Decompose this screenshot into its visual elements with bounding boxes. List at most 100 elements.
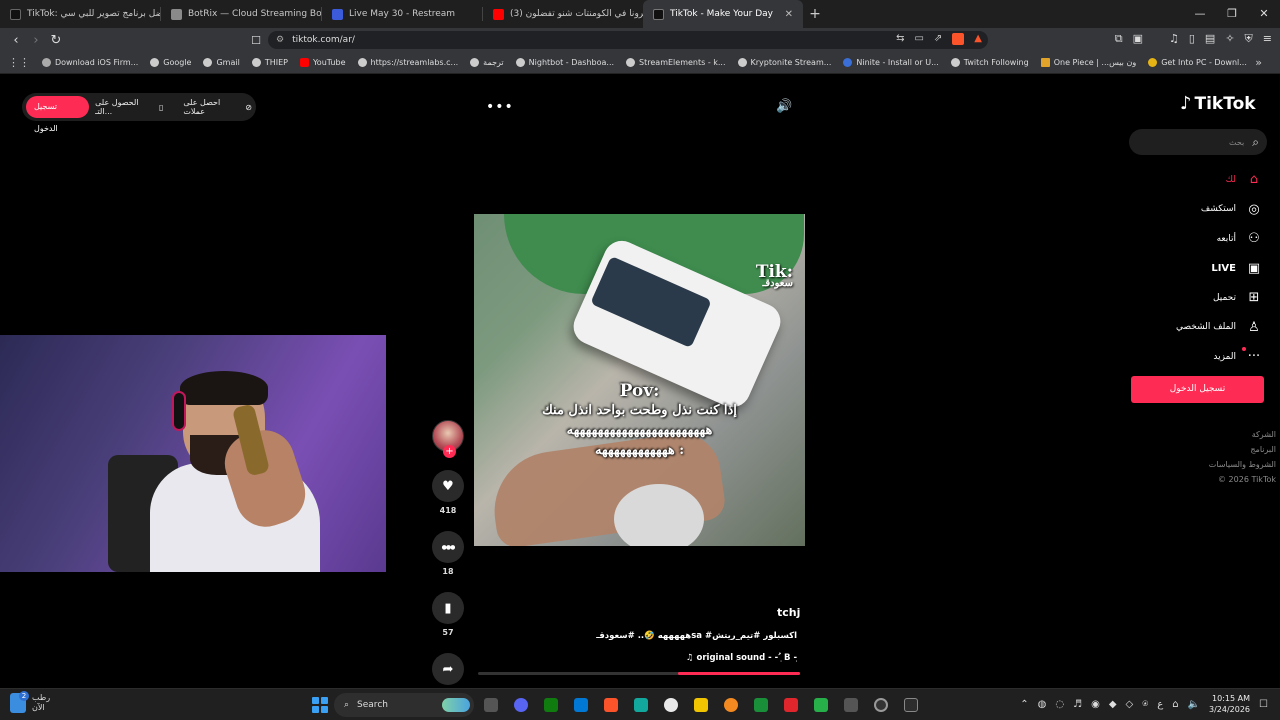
- sidebar-item-explore[interactable]: استكشف ◎: [1176, 195, 1262, 225]
- tray-app-icon[interactable]: ◌: [1055, 699, 1064, 710]
- brave-rewards-icon[interactable]: ▲: [974, 33, 982, 45]
- brave-icon[interactable]: [598, 693, 624, 717]
- terminal-icon[interactable]: [898, 693, 924, 717]
- maximize-icon[interactable]: ❐: [1216, 0, 1248, 28]
- reload-icon[interactable]: ↻: [46, 33, 66, 48]
- obs-icon[interactable]: [868, 693, 894, 717]
- tiktok-logo[interactable]: ♪ TikTok: [1180, 93, 1256, 114]
- forward-icon[interactable]: ›: [26, 33, 46, 48]
- extensions-icon[interactable]: ⧉: [1115, 32, 1123, 46]
- bookmark-youtube[interactable]: YouTube: [294, 58, 352, 67]
- footer-company-link[interactable]: الشركة: [1252, 430, 1276, 439]
- tab-youtube[interactable]: (3) خبرونا في الكومنتات شنو تفضلون: [483, 0, 643, 28]
- bandicam-icon[interactable]: [748, 693, 774, 717]
- cast-icon[interactable]: ▭: [914, 33, 923, 45]
- bookmark-one-piece[interactable]: One Piece | ...ون بيس: [1035, 58, 1142, 67]
- search-bar[interactable]: بحث ⌕: [1129, 129, 1267, 155]
- tray-overflow-icon[interactable]: ⌃: [1020, 699, 1028, 710]
- sidebar-item-upload[interactable]: تحميل ⊞: [1176, 283, 1262, 313]
- tray-app-icon[interactable]: ◆: [1109, 699, 1117, 710]
- taskbar-search[interactable]: ⌕ Search: [334, 693, 474, 717]
- sound-toggle-icon[interactable]: 🔊: [776, 99, 792, 114]
- task-view-icon[interactable]: [478, 693, 504, 717]
- sidebar-item-live[interactable]: LIVE ▣: [1176, 254, 1262, 284]
- new-tab-button[interactable]: +: [803, 6, 827, 22]
- tray-app-icon[interactable]: ◇: [1126, 699, 1134, 710]
- follow-plus-icon[interactable]: +: [443, 445, 456, 458]
- adobe-icon[interactable]: [778, 693, 804, 717]
- bookmark-ninite[interactable]: Ninite - Install or U...: [837, 58, 944, 67]
- menu-icon[interactable]: ≡: [1263, 32, 1272, 46]
- tray-lang[interactable]: ع: [1157, 699, 1163, 710]
- site-info-icon[interactable]: ⚙: [276, 35, 284, 45]
- screenshot-icon[interactable]: ▣: [1133, 32, 1143, 46]
- author-avatar[interactable]: +: [432, 420, 464, 458]
- leo-ai-icon[interactable]: ✧: [1225, 32, 1234, 46]
- minimize-icon[interactable]: —: [1184, 0, 1216, 28]
- share-button[interactable]: ➦: [432, 653, 464, 685]
- weather-widget[interactable]: 2 رطب الآن: [10, 691, 50, 713]
- share-icon[interactable]: ⇗: [934, 33, 942, 45]
- discord-icon[interactable]: [508, 693, 534, 717]
- app-icon[interactable]: [628, 693, 654, 717]
- search-icon[interactable]: ⌕: [1252, 135, 1259, 150]
- bookmark-star-icon[interactable]: ☐: [246, 34, 266, 47]
- get-coins-link[interactable]: احصل على عملات ⊘: [183, 98, 252, 116]
- bookmark-gmail[interactable]: Gmail: [197, 58, 245, 67]
- chat-icon[interactable]: [718, 693, 744, 717]
- comment-button[interactable]: ●●●: [432, 531, 464, 563]
- sidebar-item-following[interactable]: أتابعه ⚇: [1176, 224, 1262, 254]
- bookmark-twitch[interactable]: Twitch Following: [945, 58, 1035, 67]
- sidebar-item-more[interactable]: المزيد ···: [1176, 342, 1262, 372]
- bookmark-thiep[interactable]: THIEP: [246, 58, 294, 67]
- sidebar-login-button[interactable]: تسجيل الدخول: [1131, 376, 1264, 403]
- apps-grid-icon[interactable]: ⋮⋮: [8, 56, 30, 69]
- bookmark-download-ios[interactable]: Download iOS Firm...: [36, 58, 144, 67]
- mic-tray-icon[interactable]: ⍟: [1142, 699, 1148, 710]
- url-bar[interactable]: ⚙ tiktok.com/ar/ ⇆ ▭ ⇗ ▲: [268, 31, 988, 49]
- bookmark-streamelements[interactable]: StreamElements - k...: [620, 58, 731, 67]
- video-sound[interactable]: ♫ original sound - -ִ ُ B ִ-: [686, 653, 797, 663]
- like-button[interactable]: ♥: [432, 470, 464, 502]
- bookmark-get-into-pc[interactable]: Get Into PC - Downl...: [1142, 58, 1253, 67]
- tray-app-icon[interactable]: ◍: [1038, 699, 1047, 710]
- bookmark-google[interactable]: Google: [144, 58, 197, 67]
- notifications-icon[interactable]: ☐: [1259, 699, 1268, 710]
- steam-icon[interactable]: ◉: [1091, 699, 1100, 710]
- tab-restream[interactable]: Live May 30 - Restream: [322, 0, 482, 28]
- get-app-link[interactable]: الحصول على التـ... ▯: [95, 98, 163, 116]
- brave-shields-icon[interactable]: [952, 33, 965, 45]
- bookmark-kryptonite[interactable]: Kryptonite Stream...: [732, 58, 838, 67]
- vpn-icon[interactable]: ⛨: [1245, 32, 1253, 46]
- search-input[interactable]: بحث: [1229, 138, 1244, 147]
- capture-icon[interactable]: [838, 693, 864, 717]
- close-tab-icon[interactable]: ✕: [785, 9, 793, 20]
- top-login-button[interactable]: تسجيل الدخول: [26, 96, 90, 133]
- windows-start-icon[interactable]: [310, 695, 330, 715]
- github-icon[interactable]: [658, 693, 684, 717]
- bookmark-streamlabs[interactable]: https://streamlabs.c...: [352, 58, 465, 67]
- url-text[interactable]: tiktok.com/ar/: [292, 35, 355, 45]
- tab-tiktok-pc[interactable]: TikTok: أفضل برنامج تصوير للبي سي: [0, 0, 160, 28]
- sidebar-icon[interactable]: ▯: [1189, 32, 1195, 46]
- more-options-icon[interactable]: •••: [486, 99, 514, 115]
- tab-botrix[interactable]: BotRix — Cloud Streaming Bot for Tw: [161, 0, 321, 28]
- files-icon[interactable]: [688, 693, 714, 717]
- video-author[interactable]: tchj: [777, 606, 800, 619]
- video-player[interactable]: Tik: سعودقـ Pov: إذا كنت نذل وطحت بواحد …: [474, 214, 805, 546]
- close-window-icon[interactable]: ✕: [1248, 0, 1280, 28]
- volume-icon[interactable]: 🔈: [1188, 699, 1200, 710]
- translate-icon[interactable]: ⇆: [896, 33, 904, 45]
- headphones-icon[interactable]: ♬: [1073, 699, 1082, 710]
- sidebar-item-for-you[interactable]: لك ⌂: [1176, 165, 1262, 195]
- bookmark-translate[interactable]: ترجمة: [464, 58, 510, 67]
- wallet-icon[interactable]: ▤: [1205, 32, 1215, 46]
- sidebar-item-profile[interactable]: الملف الشخصي ♙: [1176, 313, 1262, 343]
- store-icon[interactable]: [568, 693, 594, 717]
- video-progress-bar[interactable]: [478, 672, 800, 675]
- play-icon[interactable]: [808, 693, 834, 717]
- footer-program-link[interactable]: البرنامج: [1250, 445, 1276, 454]
- bookmarks-overflow-icon[interactable]: »: [1255, 56, 1262, 69]
- tab-tiktok-active[interactable]: TikTok - Make Your Day ✕: [643, 0, 803, 28]
- xbox-icon[interactable]: [538, 693, 564, 717]
